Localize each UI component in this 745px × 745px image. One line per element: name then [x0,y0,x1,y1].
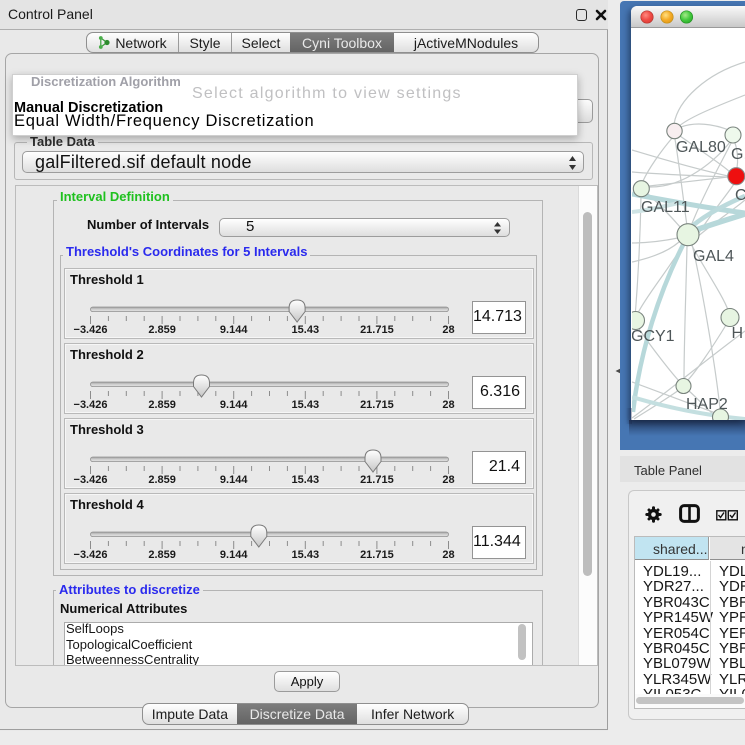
svg-text:GAL4: GAL4 [693,248,734,265]
svg-text:G.: G. [731,146,745,163]
svg-text:HAP2: HAP2 [686,396,728,413]
svg-text:C: C [735,187,745,204]
svg-text:GAL80: GAL80 [676,139,726,156]
svg-text:GCY1: GCY1 [632,328,675,345]
svg-text:GAL11: GAL11 [641,199,690,216]
svg-text:H: H [732,325,744,342]
